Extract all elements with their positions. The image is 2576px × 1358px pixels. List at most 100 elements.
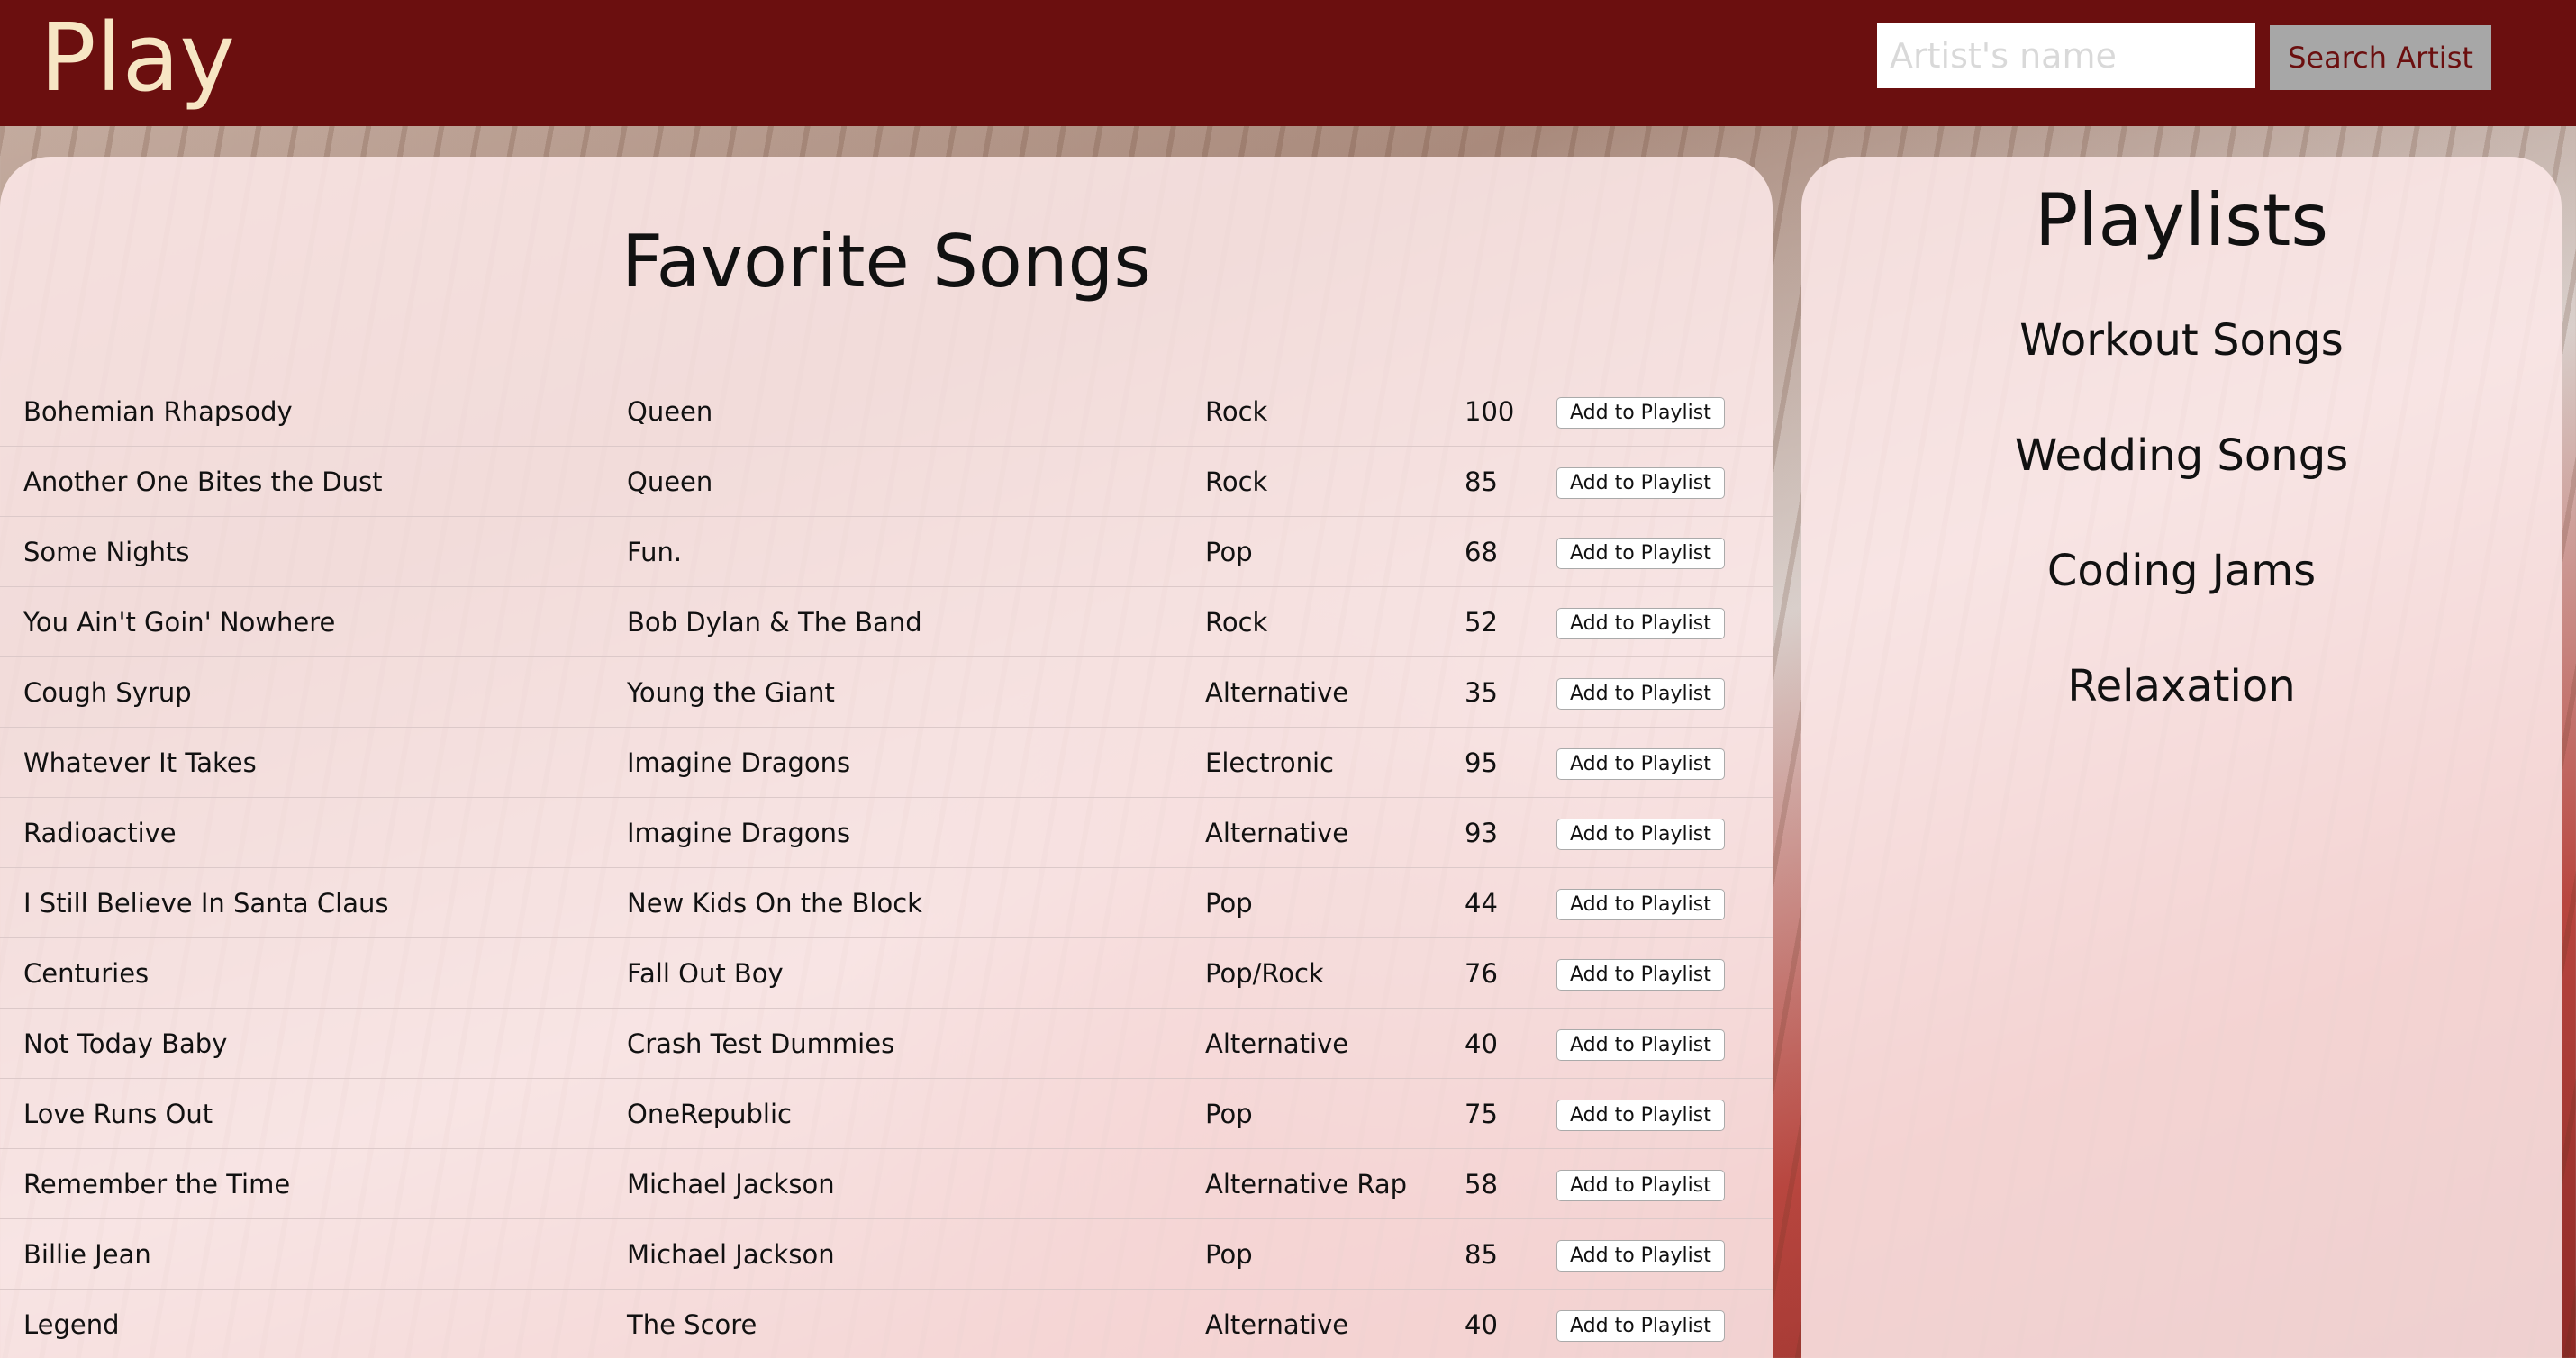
add-to-playlist-button[interactable]: Add to Playlist [1556, 677, 1725, 710]
playlists-title: Playlists [2034, 178, 2328, 262]
song-title: You Ain't Goin' Nowhere [0, 586, 627, 657]
song-row: Legend The Score Alternative 40 Add to Playl… [0, 1289, 1773, 1358]
song-row: Bohemian Rhapsody Queen Rock 100 Add to Play… [0, 376, 1773, 447]
playlist-item-wedding-songs[interactable]: Wedding Songs [1801, 430, 2562, 481]
app-logo: Play [40, 3, 235, 113]
song-title: Bohemian Rhapsody [0, 376, 627, 447]
song-table: Bohemian Rhapsody Queen Rock 100 Add to Play… [0, 376, 1773, 1358]
add-to-playlist-button[interactable]: Add to Playlist [1556, 537, 1725, 569]
song-row: Whatever It Takes Imagine Dragons Electron… [0, 727, 1773, 798]
song-artist: OneRepublic [627, 1078, 1205, 1149]
song-title: I Still Believe In Santa Claus [0, 867, 627, 938]
playlist-item-workout-songs[interactable]: Workout Songs [1801, 315, 2562, 366]
add-to-playlist-button[interactable]: Add to Playlist [1556, 607, 1725, 639]
song-action-cell: Add to Playlist [1556, 1148, 1773, 1219]
add-to-playlist-button[interactable]: Add to Playlist [1556, 1099, 1725, 1131]
song-row: Another One Bites the Dust Queen Rock 85 Add… [0, 446, 1773, 517]
song-title: Centuries [0, 937, 627, 1009]
add-to-playlist-button[interactable]: Add to Playlist [1556, 466, 1725, 499]
song-row: Billie Jean Michael Jackson Pop 85 Add to Pl… [0, 1218, 1773, 1290]
song-popularity: 85 [1465, 446, 1556, 517]
song-title: Whatever It Takes [0, 727, 627, 798]
song-popularity: 58 [1465, 1148, 1556, 1219]
song-table-body: Bohemian Rhapsody Queen Rock 100 Add to Play… [0, 376, 1773, 1358]
song-action-cell: Add to Playlist [1556, 937, 1773, 1009]
song-genre: Electronic [1205, 727, 1465, 798]
playlist-item-coding-jams[interactable]: Coding Jams [1801, 546, 2562, 596]
song-row: You Ain't Goin' Nowhere Bob Dylan & The B… [0, 586, 1773, 657]
song-row: Some Nights Fun. Pop 68 Add to Playlist [0, 516, 1773, 587]
song-popularity: 35 [1465, 656, 1556, 728]
add-to-playlist-button[interactable]: Add to Playlist [1556, 396, 1725, 429]
song-genre: Alternative Rap [1205, 1148, 1465, 1219]
song-title: Some Nights [0, 516, 627, 587]
add-to-playlist-button[interactable]: Add to Playlist [1556, 1239, 1725, 1272]
song-action-cell: Add to Playlist [1556, 516, 1773, 587]
artist-search-input[interactable] [1877, 23, 2255, 88]
song-genre: Alternative [1205, 797, 1465, 868]
favorite-songs-title: Favorite Songs [621, 220, 1151, 303]
song-title: Not Today Baby [0, 1008, 627, 1079]
song-genre: Rock [1205, 586, 1465, 657]
song-genre: Pop [1205, 1218, 1465, 1290]
song-genre: Pop [1205, 1078, 1465, 1149]
top-bar: Play Search Artist [0, 0, 2576, 126]
add-to-playlist-button[interactable]: Add to Playlist [1556, 818, 1725, 850]
song-genre: Alternative [1205, 1008, 1465, 1079]
song-genre: Alternative [1205, 656, 1465, 728]
song-title: Radioactive [0, 797, 627, 868]
song-title: Love Runs Out [0, 1078, 627, 1149]
song-popularity: 68 [1465, 516, 1556, 587]
song-title: Cough Syrup [0, 656, 627, 728]
song-row: Not Today Baby Crash Test Dummies Alternat… [0, 1008, 1773, 1079]
song-popularity: 44 [1465, 867, 1556, 938]
song-title: Remember the Time [0, 1148, 627, 1219]
song-action-cell: Add to Playlist [1556, 1289, 1773, 1358]
song-popularity: 52 [1465, 586, 1556, 657]
song-popularity: 40 [1465, 1008, 1556, 1079]
song-title: Legend [0, 1289, 627, 1358]
song-row: Remember the Time Michael Jackson Alternat… [0, 1148, 1773, 1219]
song-artist: Fall Out Boy [627, 937, 1205, 1009]
song-genre: Rock [1205, 446, 1465, 517]
song-action-cell: Add to Playlist [1556, 1008, 1773, 1079]
playlists-panel: Playlists Workout Songs Wedding Songs Co… [1801, 157, 2562, 1358]
song-action-cell: Add to Playlist [1556, 867, 1773, 938]
song-title: Another One Bites the Dust [0, 446, 627, 517]
song-action-cell: Add to Playlist [1556, 1078, 1773, 1149]
song-artist: Michael Jackson [627, 1218, 1205, 1290]
song-artist: Imagine Dragons [627, 727, 1205, 798]
song-action-cell: Add to Playlist [1556, 727, 1773, 798]
song-action-cell: Add to Playlist [1556, 586, 1773, 657]
song-artist: Queen [627, 376, 1205, 447]
add-to-playlist-button[interactable]: Add to Playlist [1556, 747, 1725, 780]
song-artist: Bob Dylan & The Band [627, 586, 1205, 657]
add-to-playlist-button[interactable]: Add to Playlist [1556, 1028, 1725, 1061]
song-action-cell: Add to Playlist [1556, 797, 1773, 868]
playlist-item-relaxation[interactable]: Relaxation [1801, 661, 2562, 711]
song-popularity: 40 [1465, 1289, 1556, 1358]
song-action-cell: Add to Playlist [1556, 446, 1773, 517]
song-action-cell: Add to Playlist [1556, 1218, 1773, 1290]
song-title: Billie Jean [0, 1218, 627, 1290]
favorite-songs-panel: Favorite Songs Bohemian Rhapsody Queen Roc… [0, 157, 1773, 1358]
song-artist: Imagine Dragons [627, 797, 1205, 868]
add-to-playlist-button[interactable]: Add to Playlist [1556, 1169, 1725, 1201]
song-row: I Still Believe In Santa Claus New Kids O… [0, 867, 1773, 938]
song-genre: Alternative [1205, 1289, 1465, 1358]
song-row: Radioactive Imagine Dragons Alternative 93 A… [0, 797, 1773, 868]
song-genre: Pop [1205, 867, 1465, 938]
song-popularity: 76 [1465, 937, 1556, 1009]
add-to-playlist-button[interactable]: Add to Playlist [1556, 888, 1725, 920]
song-popularity: 75 [1465, 1078, 1556, 1149]
song-artist: The Score [627, 1289, 1205, 1358]
song-popularity: 85 [1465, 1218, 1556, 1290]
song-popularity: 100 [1465, 376, 1556, 447]
add-to-playlist-button[interactable]: Add to Playlist [1556, 958, 1725, 991]
song-artist: Michael Jackson [627, 1148, 1205, 1219]
add-to-playlist-button[interactable]: Add to Playlist [1556, 1309, 1725, 1342]
search-artist-button[interactable]: Search Artist [2270, 25, 2491, 90]
song-artist: New Kids On the Block [627, 867, 1205, 938]
song-row: Centuries Fall Out Boy Pop/Rock 76 Add to Pl… [0, 937, 1773, 1009]
song-row: Cough Syrup Young the Giant Alternative 35 A… [0, 656, 1773, 728]
